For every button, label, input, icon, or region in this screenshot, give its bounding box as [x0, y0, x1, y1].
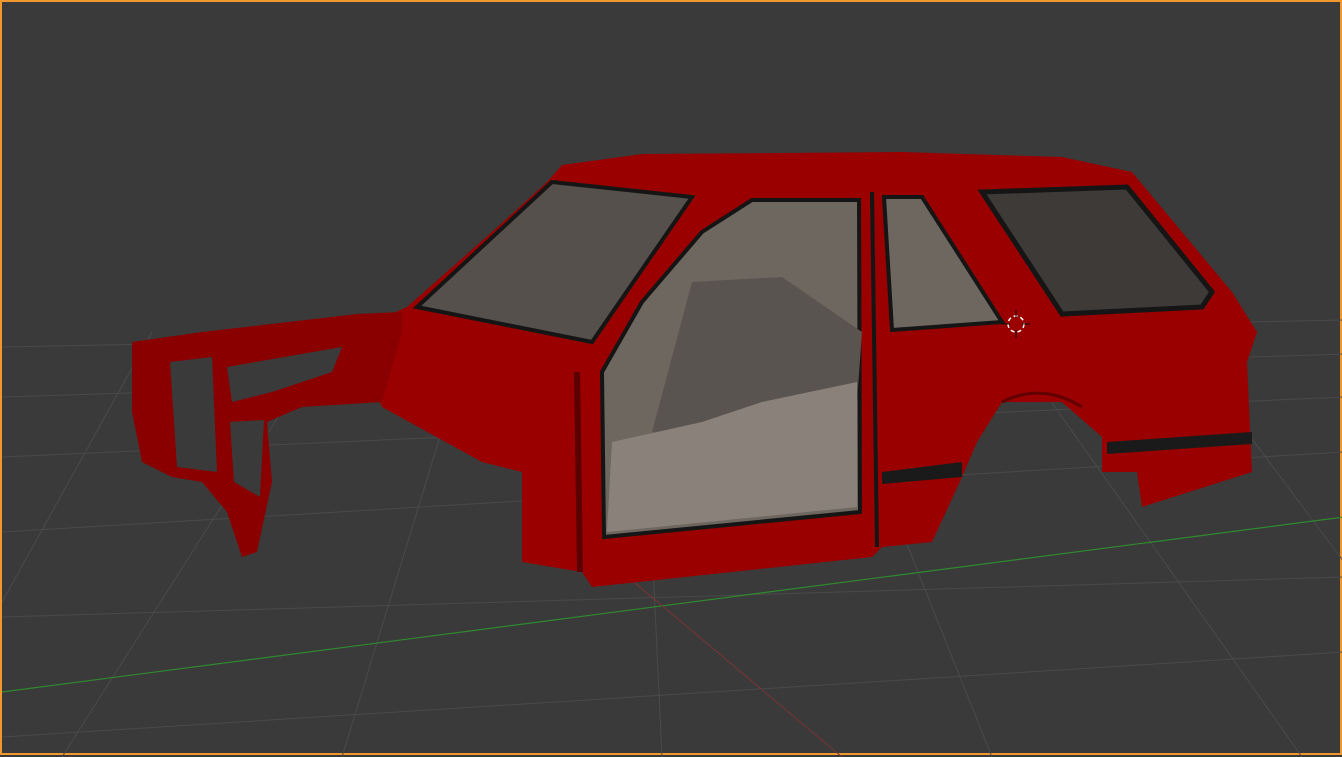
car-body-model[interactable]	[132, 152, 1257, 587]
3d-viewport[interactable]	[0, 0, 1342, 757]
viewport-canvas[interactable]	[2, 2, 1342, 757]
y-axis-line	[621, 571, 843, 757]
